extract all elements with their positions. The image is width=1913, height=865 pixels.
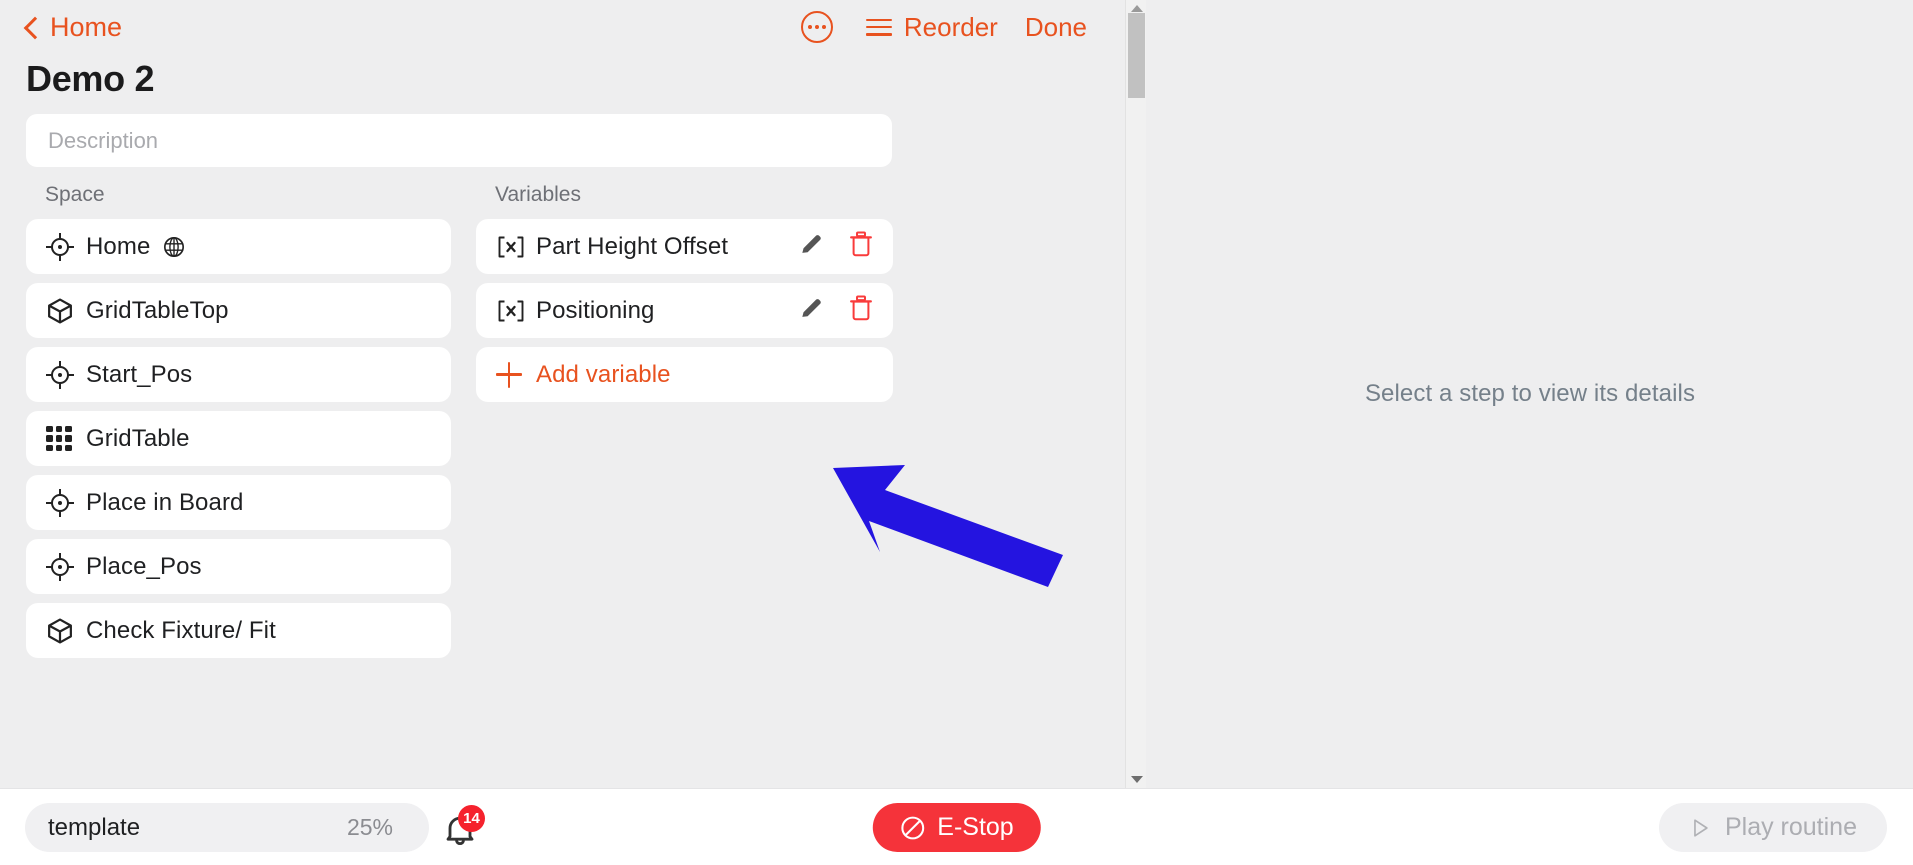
prohibition-icon xyxy=(900,816,924,839)
page-title: Demo 2 xyxy=(26,58,155,99)
play-routine-button[interactable]: Play routine xyxy=(1658,803,1887,852)
space-item-start-pos[interactable]: Start_Pos xyxy=(26,347,451,402)
robot-status-chip[interactable]: template 25% xyxy=(25,803,429,852)
battery-level: 25% xyxy=(346,814,393,840)
description-input[interactable] xyxy=(26,114,892,167)
space-column: Space Home GridTableTop Start_Pos GridTa… xyxy=(26,183,451,667)
add-variable-label: Add variable xyxy=(536,360,671,388)
dot xyxy=(821,25,826,29)
play-routine-label: Play routine xyxy=(1724,813,1857,841)
reorder-button-label: Reorder xyxy=(903,11,998,42)
status-bar: template 25% 14 E-Stop Play routine xyxy=(0,788,1913,865)
crosshair-icon xyxy=(46,552,86,581)
space-item-gridtable[interactable]: GridTable xyxy=(26,411,451,466)
space-item-label: Place in Board xyxy=(86,488,244,516)
reorder-button[interactable]: Reorder xyxy=(865,11,998,43)
top-toolbar: Home Reorder Done xyxy=(0,0,1125,62)
notifications-button[interactable]: 14 xyxy=(440,805,485,851)
space-heading: Space xyxy=(45,183,105,206)
space-item-place-pos[interactable]: Place_Pos xyxy=(26,539,451,594)
trash-icon[interactable] xyxy=(849,231,873,262)
dot xyxy=(807,25,812,29)
cube-icon xyxy=(46,617,86,645)
variable-actions xyxy=(798,219,873,274)
hamburger-icon xyxy=(865,18,892,36)
space-item-place-in-board[interactable]: Place in Board xyxy=(26,475,451,530)
variable-icon xyxy=(496,299,536,323)
add-variable-button[interactable]: Add variable xyxy=(476,347,893,402)
editor-scrollbar[interactable] xyxy=(1125,0,1146,788)
pencil-icon[interactable] xyxy=(798,231,824,262)
space-item-label: Place_Pos xyxy=(86,552,202,580)
e-stop-button[interactable]: E-Stop xyxy=(872,803,1041,852)
back-button-label: Home xyxy=(50,12,123,42)
trash-icon[interactable] xyxy=(849,295,873,326)
variable-label: Positioning xyxy=(536,296,655,324)
play-icon xyxy=(1694,818,1708,837)
variable-icon xyxy=(496,235,536,259)
crosshair-icon xyxy=(46,360,86,389)
scrollbar-thumb[interactable] xyxy=(1128,13,1145,98)
space-item-label: GridTable xyxy=(86,424,190,452)
routine-editor-pane: Home Reorder Done Demo 2 Description Spa… xyxy=(0,0,1146,788)
variable-label: Part Height Offset xyxy=(536,232,729,260)
variables-heading: Variables xyxy=(495,183,581,206)
space-item-gridtabletop[interactable]: GridTableTop xyxy=(26,283,451,338)
pencil-icon[interactable] xyxy=(798,295,824,326)
step-details-pane: Select a step to view its details xyxy=(1147,0,1913,788)
variable-row-part-height-offset[interactable]: Part Height Offset xyxy=(476,219,893,274)
cube-icon xyxy=(46,297,86,325)
space-item-check-fixture-fit[interactable]: Check Fixture/ Fit xyxy=(26,603,451,658)
space-item-home[interactable]: Home xyxy=(26,219,451,274)
e-stop-label: E-Stop xyxy=(937,813,1014,841)
empty-details-hint: Select a step to view its details xyxy=(1364,380,1696,407)
crosshair-icon xyxy=(46,232,86,261)
variables-column: Variables Part Height Offset Positioning… xyxy=(476,183,893,411)
done-button[interactable]: Done xyxy=(1025,12,1087,43)
app-window: Home Reorder Done Demo 2 Description Spa… xyxy=(0,0,1913,865)
more-options-icon[interactable] xyxy=(800,11,833,43)
notification-count-badge: 14 xyxy=(458,805,485,832)
crosshair-icon xyxy=(46,488,86,517)
grid-icon xyxy=(46,425,86,452)
space-item-label: GridTableTop xyxy=(86,296,229,324)
globe-icon xyxy=(163,236,185,258)
triangle-down-icon[interactable] xyxy=(1126,771,1147,788)
variable-actions xyxy=(798,283,873,338)
toolbar-actions: Reorder Done xyxy=(800,11,1125,43)
variable-row-positioning[interactable]: Positioning xyxy=(476,283,893,338)
dot xyxy=(814,25,819,29)
space-item-label: Start_Pos xyxy=(86,360,193,388)
back-to-home-button[interactable]: Home xyxy=(24,12,122,43)
plus-icon xyxy=(496,361,536,388)
chevron-left-icon xyxy=(24,16,39,40)
space-item-label: Home xyxy=(86,232,151,260)
space-item-label: Check Fixture/ Fit xyxy=(86,616,276,644)
robot-name: template xyxy=(48,813,141,841)
